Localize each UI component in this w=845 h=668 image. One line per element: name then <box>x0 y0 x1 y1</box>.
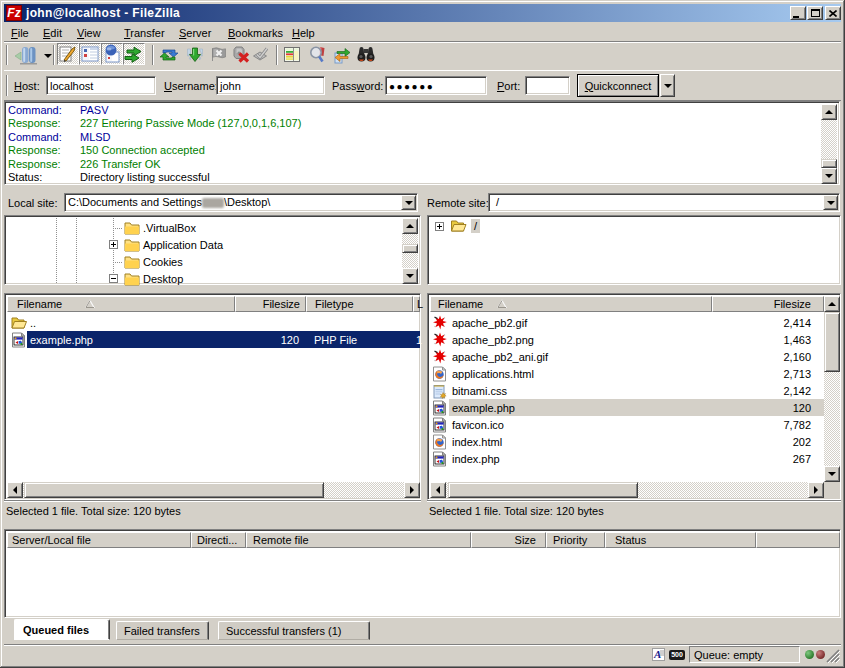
svg-text:A: A <box>653 648 661 660</box>
